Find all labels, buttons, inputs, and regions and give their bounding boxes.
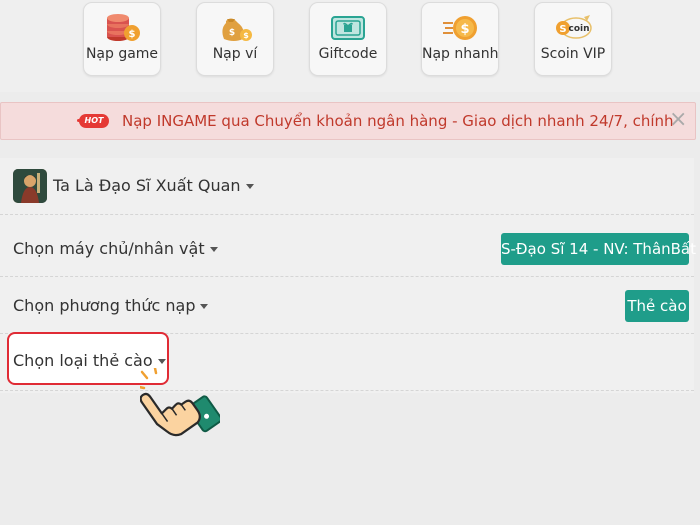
svg-text:$: $ xyxy=(460,22,469,37)
svg-text:$: $ xyxy=(243,31,249,40)
notice-text[interactable]: Nạp INGAME qua Chuyển khoản ngân hàng - … xyxy=(122,112,674,130)
payment-method-label: Chọn phương thức nạp xyxy=(13,296,196,315)
menu-nap-nhanh[interactable]: $ Nạp nhanh xyxy=(421,2,499,76)
divider xyxy=(0,390,694,391)
menu-nap-game[interactable]: $ Nạp game xyxy=(83,2,161,76)
divider xyxy=(0,276,694,277)
gift-ticket-icon xyxy=(331,16,365,40)
chevron-down-icon xyxy=(245,184,254,189)
game-avatar xyxy=(13,169,47,203)
svg-text:coin: coin xyxy=(568,24,589,34)
fast-coin-icon: $ xyxy=(443,16,477,40)
selected-method-button[interactable]: Thẻ cào xyxy=(625,290,689,322)
top-menu: $ Nạp game $ $ Nạp ví Giftcode $ Nạp nha… xyxy=(0,0,700,92)
menu-label: Scoin VIP xyxy=(540,46,606,62)
svg-text:$: $ xyxy=(129,29,136,40)
menu-scoin-vip[interactable]: S coin Scoin VIP xyxy=(534,2,612,76)
menu-label: Nạp nhanh xyxy=(422,46,499,62)
hot-badge: HOT xyxy=(79,114,109,128)
game-name: Ta Là Đạo Sĩ Xuất Quan xyxy=(53,176,241,195)
svg-text:$: $ xyxy=(229,28,235,38)
notice-banner: HOT Nạp INGAME qua Chuyển khoản ngân hàn… xyxy=(0,102,696,140)
coin-stack-icon: $ xyxy=(107,14,140,41)
chevron-down-icon xyxy=(209,247,218,252)
chevron-down-icon xyxy=(157,359,166,364)
menu-giftcode[interactable]: Giftcode xyxy=(309,2,387,76)
close-icon[interactable]: × xyxy=(669,107,687,132)
server-label: Chọn máy chủ/nhân vật xyxy=(13,239,205,258)
scoin-logo-icon: S coin xyxy=(556,15,592,39)
menu-nap-vi[interactable]: $ $ Nạp ví xyxy=(196,2,274,76)
payment-method-selector[interactable]: Chọn phương thức nạp xyxy=(13,296,209,315)
divider xyxy=(0,214,694,215)
card-type-label: Chọn loại thẻ cào xyxy=(13,351,153,370)
pointing-hand-icon xyxy=(140,368,220,437)
menu-label: Nạp ví xyxy=(212,46,258,62)
menu-label: Nạp game xyxy=(85,46,159,62)
menu-label: Giftcode xyxy=(318,46,378,62)
selected-server-button[interactable]: S-Đạo Sĩ 14 - NV: ThânBất xyxy=(501,233,696,265)
server-selector[interactable]: Chọn máy chủ/nhân vật xyxy=(13,239,218,258)
svg-text:S: S xyxy=(559,24,566,35)
money-bag-icon: $ $ xyxy=(222,18,252,41)
game-selector[interactable]: Ta Là Đạo Sĩ Xuất Quan xyxy=(53,176,254,195)
chevron-down-icon xyxy=(200,304,209,309)
